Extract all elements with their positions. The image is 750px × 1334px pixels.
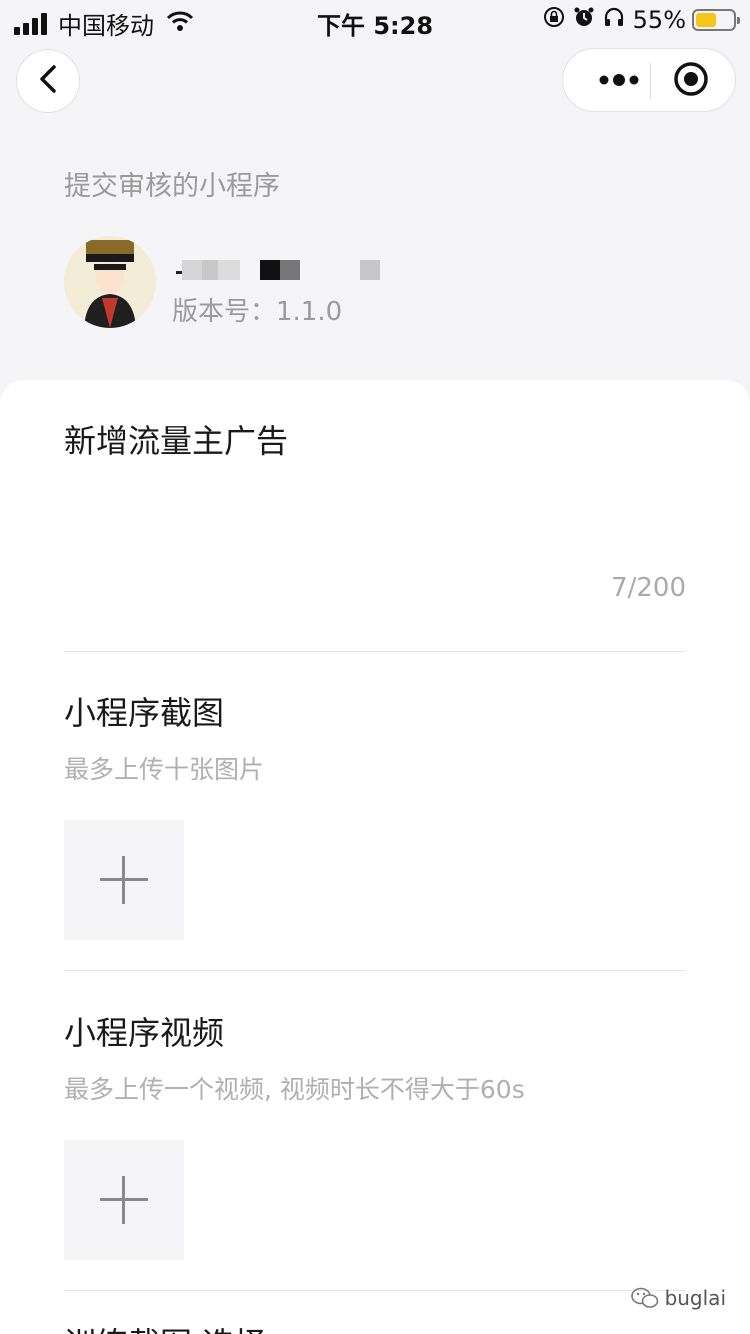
- video-title: 小程序视频: [64, 1014, 225, 1052]
- chevron-left-icon: [37, 64, 59, 98]
- submit-label: 提交审核的小程序: [64, 171, 280, 202]
- headphones-icon: [603, 6, 625, 34]
- status-right: 55%: [535, 6, 740, 34]
- description-input[interactable]: 新增流量主广告: [64, 416, 288, 462]
- app-name-redacted: [176, 260, 386, 280]
- watermark-text: buglai: [664, 1286, 726, 1310]
- form-card: 新增流量主广告 7/200 小程序截图 最多上传十张图片 小程序视频 最多上传一…: [0, 380, 750, 1334]
- capsule-divider: [650, 63, 651, 99]
- alarm-icon: [573, 6, 595, 34]
- battery-level: [696, 13, 716, 27]
- video-hint: 最多上传一个视频, 视频时长不得大于60s: [64, 1075, 525, 1104]
- battery-icon: [692, 9, 740, 31]
- target-icon: [673, 61, 709, 101]
- close-button[interactable]: [659, 49, 723, 113]
- rotation-lock-icon: [543, 6, 565, 34]
- divider: [64, 1290, 686, 1291]
- app-avatar: [64, 236, 156, 328]
- screenshot-title: 小程序截图: [64, 694, 225, 732]
- wechat-icon: [630, 1287, 658, 1308]
- more-button[interactable]: [587, 49, 651, 113]
- version-label: 版本号：1.1.0: [172, 297, 343, 327]
- screenshot-hint: 最多上传十张图片: [64, 755, 265, 784]
- watermark: buglai: [630, 1286, 726, 1310]
- mini-program-capsule: [562, 48, 736, 112]
- char-counter: 7/200: [611, 573, 686, 603]
- upload-screenshot-button[interactable]: [64, 820, 184, 940]
- divider: [64, 651, 686, 652]
- back-button[interactable]: [16, 49, 80, 113]
- battery-percent: 55%: [632, 6, 686, 34]
- status-bar: 中国移动 下午 5:28 55%: [0, 0, 750, 40]
- more-dots-icon: [599, 72, 639, 91]
- upload-video-button[interactable]: [64, 1140, 184, 1260]
- next-section-title: 训练截图 选择: [64, 1324, 266, 1334]
- divider: [64, 970, 686, 971]
